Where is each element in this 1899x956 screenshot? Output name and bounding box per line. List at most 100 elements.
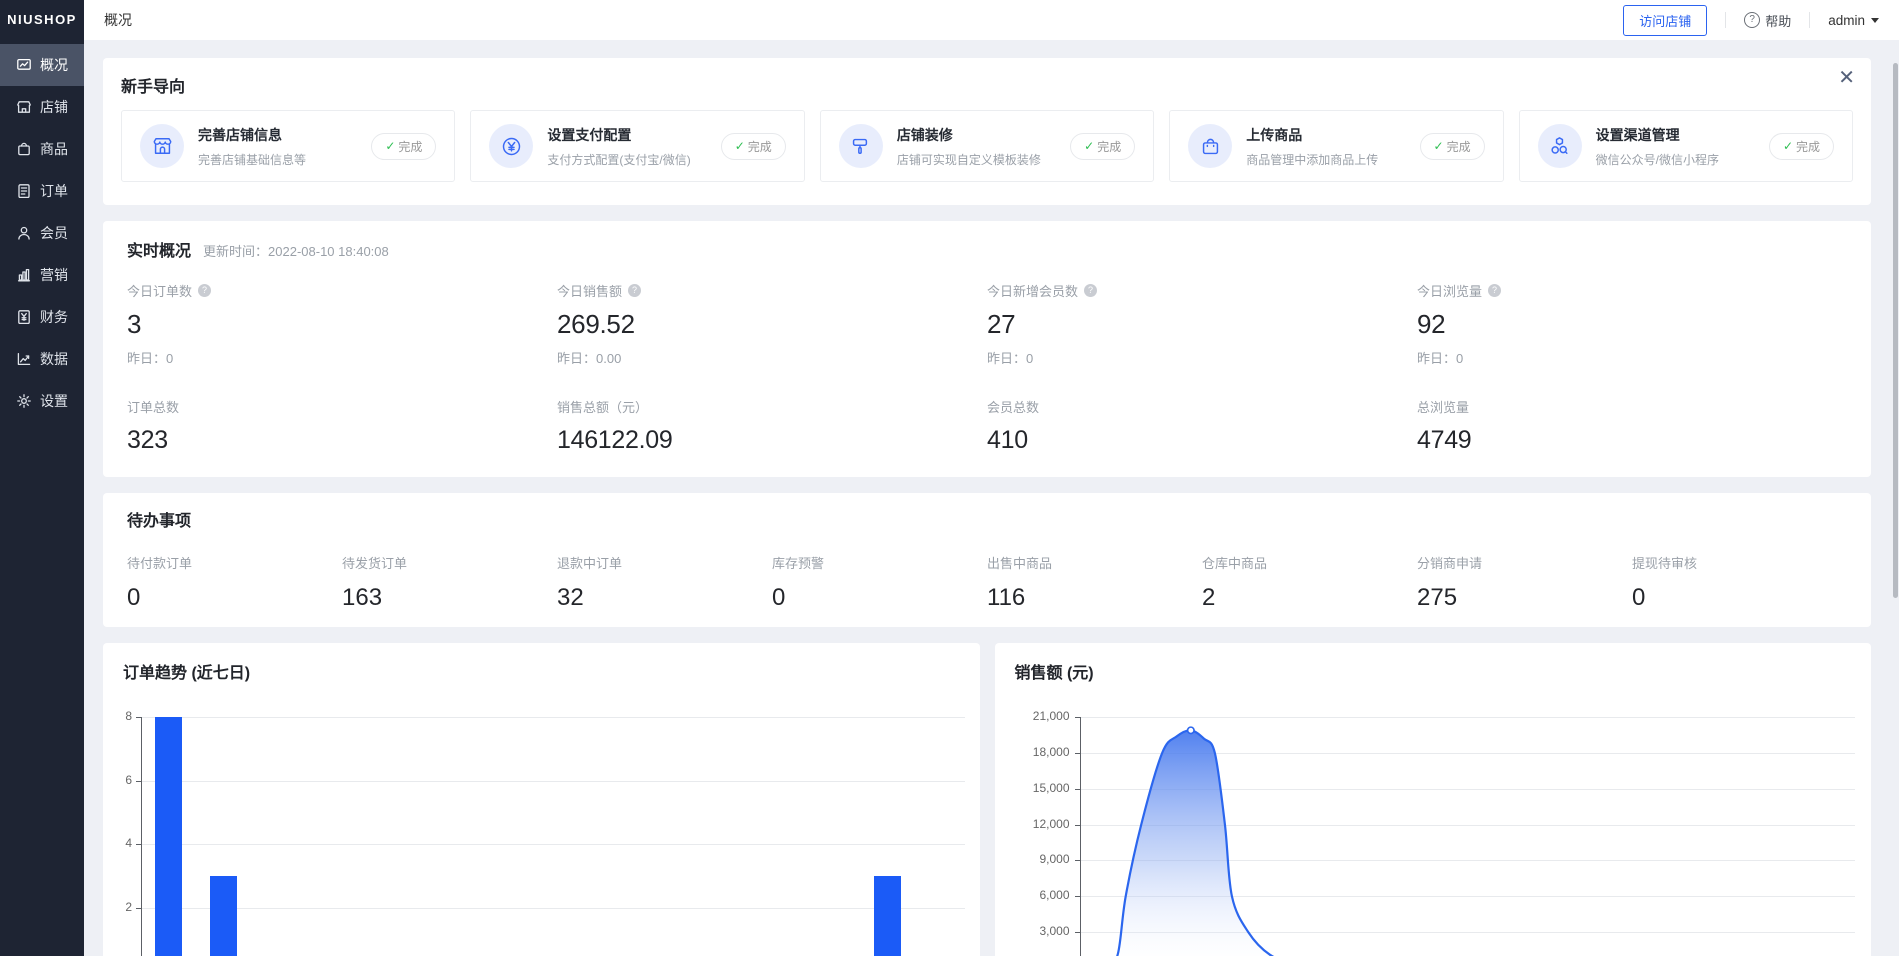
user-dropdown[interactable]: admin xyxy=(1828,13,1879,28)
store-icon xyxy=(140,124,184,168)
help-menu[interactable]: ? 帮助 xyxy=(1744,11,1791,30)
visit-shop-button[interactable]: 访问店铺 xyxy=(1623,5,1707,36)
stat-yesterday: 昨日：0 xyxy=(987,348,1417,367)
y-axis-tick: 2 xyxy=(103,900,132,914)
stat-total-value: 410 xyxy=(987,426,1417,455)
todo-item-unpaid-orders[interactable]: 待付款订单 0 xyxy=(127,553,342,612)
stat-total-value: 146122.09 xyxy=(557,426,987,455)
guide-card-title: 店铺装修 xyxy=(897,125,1041,145)
newbie-guide-card: 新手导向 ✕ 完善店铺信息 完善店铺基础信息等 ✓ 完成 xyxy=(103,58,1871,205)
help-icon[interactable]: ? xyxy=(198,284,211,297)
sidebar: NIUSHOP 概况 店铺 商品 订单 会员 xyxy=(0,0,84,956)
sidebar-item-label: 订单 xyxy=(40,181,68,201)
todo-value: 163 xyxy=(342,584,557,612)
sidebar-item-finance[interactable]: 财务 xyxy=(0,296,84,338)
sidebar-item-label: 概况 xyxy=(40,55,68,75)
todo-item-warehouse-goods[interactable]: 仓库中商品 2 xyxy=(1202,553,1417,612)
sidebar-item-settings[interactable]: 设置 xyxy=(0,380,84,422)
todo-label: 待付款订单 xyxy=(127,553,342,572)
gridline xyxy=(141,908,965,909)
sidebar-item-label: 财务 xyxy=(40,307,68,327)
guide-card-decorate[interactable]: 店铺装修 店铺可实现自定义模板装修 ✓ 完成 xyxy=(820,110,1154,182)
realtime-stats: 今日订单数 ? 3 昨日：0 订单总数 323 今日销售额 ? 269.52 xyxy=(127,281,1847,455)
topbar: 概况 访问店铺 ? 帮助 admin xyxy=(84,0,1899,40)
stat-value: 92 xyxy=(1417,309,1847,340)
y-axis-tick: 6 xyxy=(103,773,132,787)
charts-row: 订单趋势 (近七日) 2468 销售额 (元) 3,0006,0009,0001… xyxy=(103,643,1871,956)
order-icon xyxy=(16,183,32,199)
order-bar xyxy=(874,876,901,956)
decorate-icon xyxy=(839,124,883,168)
todo-value: 2 xyxy=(1202,584,1417,612)
help-icon[interactable]: ? xyxy=(1488,284,1501,297)
divider xyxy=(1725,12,1726,28)
todo-item-refunding-orders[interactable]: 退款中订单 32 xyxy=(557,553,772,612)
sidebar-item-overview[interactable]: 概况 xyxy=(0,44,84,86)
y-axis-tick: 8 xyxy=(103,709,132,723)
todo-item-distributor-apply[interactable]: 分销商申请 275 xyxy=(1417,553,1632,612)
stat-label: 今日销售额 xyxy=(557,281,622,300)
sidebar-item-goods[interactable]: 商品 xyxy=(0,128,84,170)
todo-label: 出售中商品 xyxy=(987,553,1202,572)
stat-total-label: 总浏览量 xyxy=(1417,397,1847,416)
done-badge: ✓ 完成 xyxy=(721,133,786,160)
stat-new-members: 今日新增会员数 ? 27 昨日：0 会员总数 410 xyxy=(987,281,1417,455)
stat-value: 269.52 xyxy=(557,309,987,340)
guide-card-channel[interactable]: 设置渠道管理 微信公众号/微信小程序 ✓ 完成 xyxy=(1519,110,1853,182)
guide-card-payment[interactable]: 设置支付配置 支付方式配置(支付宝/微信) ✓ 完成 xyxy=(470,110,804,182)
close-icon[interactable]: ✕ xyxy=(1838,68,1855,88)
guide-card-subtitle: 店铺可实现自定义模板装修 xyxy=(897,151,1041,168)
sidebar-item-marketing[interactable]: 营销 xyxy=(0,254,84,296)
guide-card-shop-info[interactable]: 完善店铺信息 完善店铺基础信息等 ✓ 完成 xyxy=(121,110,455,182)
guide-card-title: 上传商品 xyxy=(1246,125,1378,145)
guide-card-subtitle: 完善店铺基础信息等 xyxy=(198,151,306,168)
todo-value: 0 xyxy=(1632,584,1847,612)
peak-marker xyxy=(1187,727,1193,733)
breadcrumb: 概况 xyxy=(104,10,132,30)
sidebar-item-member[interactable]: 会员 xyxy=(0,212,84,254)
sidebar-item-order[interactable]: 订单 xyxy=(0,170,84,212)
todo-value: 32 xyxy=(557,584,772,612)
sidebar-item-shop[interactable]: 店铺 xyxy=(0,86,84,128)
check-icon: ✓ xyxy=(1783,139,1793,153)
sidebar-item-label: 商品 xyxy=(40,139,68,159)
sidebar-item-label: 店铺 xyxy=(40,97,68,117)
todo-item-withdraw-review[interactable]: 提现待审核 0 xyxy=(1632,553,1847,612)
sales-area-chart: 3,0006,0009,00012,00015,00018,00021,000 xyxy=(995,643,1872,956)
todo-item-on-sale-goods[interactable]: 出售中商品 116 xyxy=(987,553,1202,612)
help-label: 帮助 xyxy=(1765,11,1791,30)
todo-label: 库存预警 xyxy=(772,553,987,572)
main-content: 新手导向 ✕ 完善店铺信息 完善店铺基础信息等 ✓ 完成 xyxy=(84,40,1899,956)
todo-item-to-ship-orders[interactable]: 待发货订单 163 xyxy=(342,553,557,612)
todo-label: 待发货订单 xyxy=(342,553,557,572)
data-icon xyxy=(16,351,32,367)
done-label: 完成 xyxy=(748,138,772,155)
axis-line xyxy=(141,717,142,956)
stat-orders: 今日订单数 ? 3 昨日：0 订单总数 323 xyxy=(127,281,557,455)
sidebar-item-label: 营销 xyxy=(40,265,68,285)
help-icon[interactable]: ? xyxy=(628,284,641,297)
guide-card-subtitle: 商品管理中添加商品上传 xyxy=(1246,151,1378,168)
guide-card-upload-goods[interactable]: 上传商品 商品管理中添加商品上传 ✓ 完成 xyxy=(1169,110,1503,182)
username: admin xyxy=(1828,13,1865,28)
vertical-scrollbar[interactable] xyxy=(1893,63,1898,598)
stat-yesterday: 昨日：0.00 xyxy=(557,348,987,367)
todo-item-stock-warning[interactable]: 库存预警 0 xyxy=(772,553,987,612)
sidebar-item-label: 会员 xyxy=(40,223,68,243)
stat-value: 27 xyxy=(987,309,1417,340)
help-icon[interactable]: ? xyxy=(1084,284,1097,297)
question-circle-icon: ? xyxy=(1744,12,1760,28)
sidebar-item-data[interactable]: 数据 xyxy=(0,338,84,380)
done-label: 完成 xyxy=(1097,138,1121,155)
niushop-admin-dashboard: NIUSHOP 概况 店铺 商品 订单 会员 xyxy=(0,0,1899,956)
stat-label: 今日浏览量 xyxy=(1417,281,1482,300)
check-icon: ✓ xyxy=(385,139,395,153)
stat-yesterday: 昨日：0 xyxy=(127,348,557,367)
pay-icon xyxy=(489,124,533,168)
stat-total-label: 订单总数 xyxy=(127,397,557,416)
settings-icon xyxy=(16,393,32,409)
stat-views: 今日浏览量 ? 92 昨日：0 总浏览量 4749 xyxy=(1417,281,1847,455)
guide-card-title: 设置支付配置 xyxy=(547,125,690,145)
guide-card-subtitle: 支付方式配置(支付宝/微信) xyxy=(547,151,690,168)
app-logo: NIUSHOP xyxy=(0,0,84,40)
